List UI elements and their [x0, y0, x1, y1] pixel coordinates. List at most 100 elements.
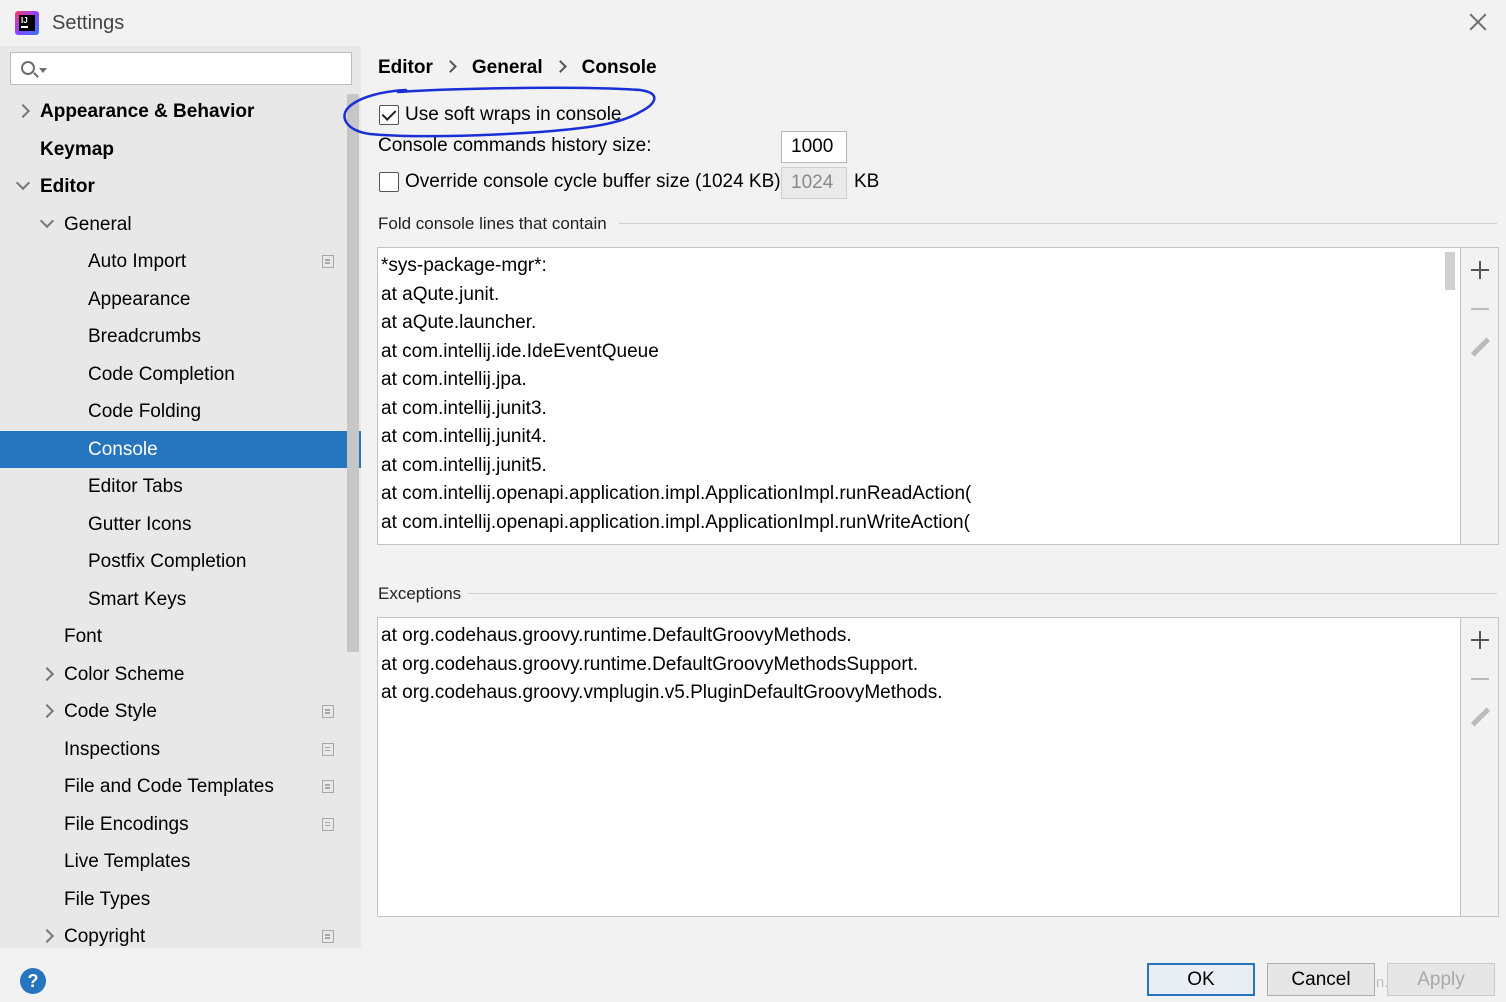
fold-list-scrollbar[interactable] — [1445, 252, 1455, 290]
sidebar-item-label: File Encodings — [64, 813, 189, 835]
list-item[interactable]: at org.codehaus.groovy.runtime.DefaultGr… — [378, 651, 1460, 680]
sidebar-item-label: Copyright — [64, 926, 146, 947]
help-icon[interactable]: ? — [20, 968, 46, 994]
sidebar-item-appearance-behavior[interactable]: Appearance & Behavior — [0, 93, 361, 131]
plus-icon[interactable] — [1470, 260, 1490, 280]
chevron-right-icon[interactable] — [15, 103, 31, 119]
copy-icon — [318, 776, 334, 793]
search-icon[interactable] — [21, 61, 35, 75]
copy-icon — [318, 813, 334, 831]
sidebar-item-label: Console — [88, 438, 158, 460]
list-item[interactable]: at com.intellij.junit5. — [378, 452, 1460, 481]
annotation-circle — [343, 86, 656, 138]
list-item[interactable]: at com.intellij.openapi.application.impl… — [378, 509, 1460, 538]
list-item[interactable]: at com.intellij.jpa. — [378, 366, 1460, 395]
sidebar-item-inspections[interactable]: Inspections — [0, 731, 361, 769]
pencil-icon — [1470, 707, 1490, 727]
sidebar-item-keymap[interactable]: Keymap — [0, 131, 361, 169]
chevron-down-icon[interactable] — [15, 175, 31, 191]
sidebar-item-label: Code Completion — [88, 363, 235, 385]
override-buffer-label[interactable]: Override console cycle buffer size (1024… — [405, 171, 781, 193]
breadcrumb-editor[interactable]: Editor — [378, 57, 433, 79]
sidebar-item-label: Appearance — [88, 288, 191, 310]
sidebar-item-live-templates[interactable]: Live Templates — [0, 843, 361, 881]
sidebar-item-label: Editor Tabs — [88, 476, 183, 497]
override-buffer-checkbox[interactable] — [379, 172, 399, 192]
chevron-right-icon — [553, 60, 567, 73]
sidebar-item-label: Smart Keys — [88, 588, 187, 610]
sidebar-item-color-scheme[interactable]: Color Scheme — [0, 656, 361, 694]
list-item[interactable]: at com.intellij.openapi.application.impl… — [378, 480, 1460, 509]
intellij-idea-icon: IJ — [15, 11, 39, 35]
exceptions-list[interactable]: at org.codehaus.groovy.runtime.DefaultGr… — [377, 617, 1461, 917]
ok-button[interactable]: OK — [1147, 963, 1255, 996]
copy-icon — [318, 926, 334, 943]
sidebar-item-editor-tabs[interactable]: Editor Tabs — [0, 468, 361, 506]
chevron-right-icon[interactable] — [39, 666, 55, 681]
list-item[interactable]: at org.codehaus.groovy.vmplugin.v5.Plugi… — [378, 679, 1460, 708]
sidebar-item-code-folding[interactable]: Code Folding — [0, 393, 361, 431]
sidebar-item-postfix-completion[interactable]: Postfix Completion — [0, 543, 361, 581]
sidebar-item-code-completion[interactable]: Code Completion — [0, 356, 361, 394]
sidebar-item-smart-keys[interactable]: Smart Keys — [0, 581, 361, 619]
sidebar-item-file-encodings[interactable]: File Encodings — [0, 806, 361, 844]
section-divider — [468, 593, 1497, 594]
sidebar-item-code-style[interactable]: Code Style — [0, 693, 361, 731]
sidebar-item-font[interactable]: Font — [0, 618, 361, 656]
sidebar-item-file-types[interactable]: File Types — [0, 881, 361, 919]
sidebar-item-general[interactable]: General — [0, 206, 361, 244]
history-size-input[interactable]: 1000 — [781, 131, 847, 163]
fold-lines-list[interactable]: *sys-package-mgr*: at aQute.junit. at aQut… — [377, 247, 1461, 545]
list-item[interactable]: at com.intellij.junit3. — [378, 395, 1460, 424]
search-box[interactable] — [10, 52, 352, 85]
chevron-down-icon[interactable] — [39, 68, 47, 73]
breadcrumb: Editor General Console — [378, 57, 657, 79]
list-item[interactable]: at org.codehaus.groovy.runtime.DefaultGr… — [378, 622, 1460, 651]
settings-tree: Appearance & Behavior Keymap Editor General… — [0, 93, 361, 948]
chevron-right-icon[interactable] — [39, 928, 55, 944]
list-item[interactable]: *sys-package-mgr*: — [378, 252, 1460, 281]
title-bar: IJ Settings — [0, 0, 1506, 46]
fold-list-toolbar — [1461, 247, 1499, 545]
sidebar-item-auto-import[interactable]: Auto Import — [0, 243, 361, 281]
sidebar-item-appearance[interactable]: Appearance — [0, 281, 361, 319]
sidebar-item-label: Inspections — [64, 738, 161, 760]
cancel-button[interactable]: Cancel — [1267, 963, 1375, 996]
copy-icon — [318, 738, 334, 756]
sidebar-item-label: File Types — [64, 888, 151, 910]
breadcrumb-general[interactable]: General — [472, 57, 543, 79]
buffer-unit-label: KB — [854, 171, 880, 192]
sidebar-item-breadcrumbs[interactable]: Breadcrumbs — [0, 318, 361, 356]
chevron-right-icon[interactable] — [39, 703, 55, 719]
window-title: Settings — [52, 12, 125, 34]
sidebar-item-editor[interactable]: Editor — [0, 168, 361, 206]
list-item[interactable]: at com.intellij.junit4. — [378, 423, 1460, 452]
list-item[interactable]: at aQute.launcher. — [378, 309, 1460, 338]
copy-icon — [318, 701, 334, 718]
sidebar-item-gutter-icons[interactable]: Gutter Icons — [0, 506, 361, 544]
settings-sidebar: Appearance & Behavior Keymap Editor General… — [0, 46, 361, 948]
sidebar-item-label: Live Templates — [64, 851, 191, 872]
buffer-size-input: 1024 — [781, 167, 847, 199]
sidebar-scrollbar[interactable] — [347, 94, 359, 652]
sidebar-item-console[interactable]: Console — [0, 430, 361, 468]
section-divider — [619, 223, 1497, 224]
pencil-icon — [1470, 337, 1490, 357]
list-item[interactable]: at aQute.junit. — [378, 281, 1460, 310]
settings-content: Editor General Console Use soft wraps in c… — [361, 46, 1506, 948]
chevron-down-icon[interactable] — [39, 213, 55, 228]
sidebar-item-label: Keymap — [40, 138, 114, 160]
minus-icon — [1470, 299, 1490, 319]
exceptions-list-toolbar — [1461, 617, 1499, 917]
minus-icon — [1470, 669, 1490, 689]
sidebar-item-label: General — [64, 213, 132, 235]
search-input[interactable] — [55, 57, 345, 81]
close-icon[interactable] — [1466, 10, 1490, 34]
sidebar-item-file-and-code-templates[interactable]: File and Code Templates — [0, 768, 361, 806]
sidebar-item-copyright[interactable]: Copyright — [0, 918, 361, 948]
list-item[interactable]: at com.intellij.ide.IdeEventQueue — [378, 338, 1460, 367]
fold-section-title: Fold console lines that contain — [378, 214, 607, 233]
plus-icon[interactable] — [1470, 630, 1490, 650]
copy-icon — [318, 251, 334, 268]
sidebar-item-label: Gutter Icons — [88, 513, 192, 535]
